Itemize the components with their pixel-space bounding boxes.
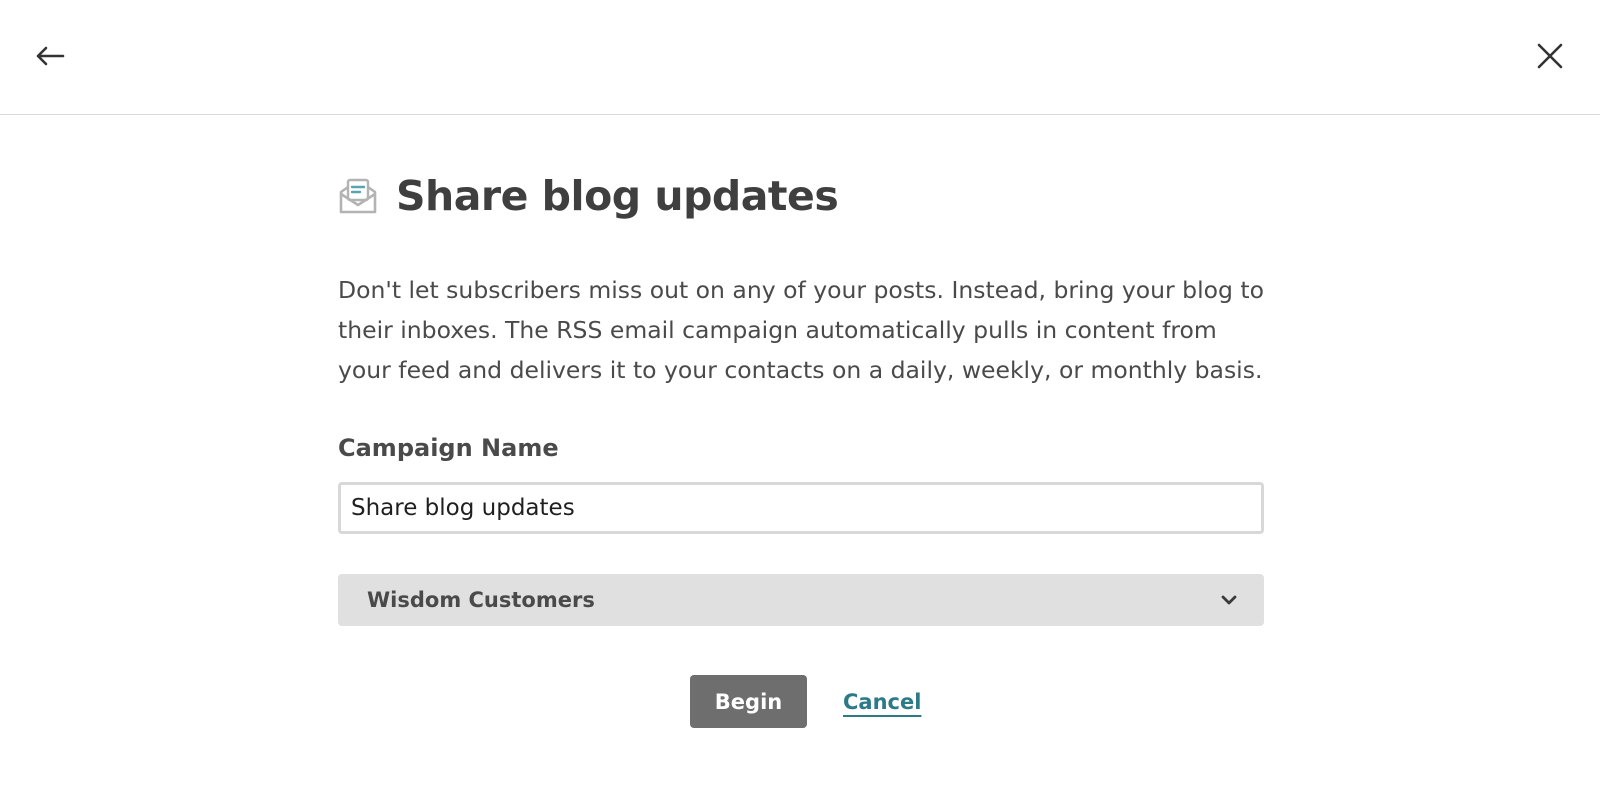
audience-selected-value: Wisdom Customers	[367, 588, 595, 612]
page-title: Share blog updates	[396, 172, 839, 220]
campaign-setup-form: Share blog updates Don't let subscribers…	[338, 160, 1264, 626]
begin-button[interactable]: Begin	[690, 675, 807, 728]
envelope-newsletter-icon	[338, 176, 378, 216]
close-button[interactable]	[1528, 34, 1572, 78]
campaign-name-input[interactable]	[338, 482, 1264, 534]
arrow-left-icon	[36, 46, 65, 66]
audience-select[interactable]: Wisdom Customers	[338, 574, 1264, 626]
campaign-name-label: Campaign Name	[338, 434, 559, 462]
form-actions: Begin Cancel	[690, 675, 921, 728]
title-row: Share blog updates	[338, 160, 1264, 232]
close-icon	[1537, 43, 1563, 69]
cancel-link[interactable]: Cancel	[843, 690, 921, 714]
top-bar	[0, 0, 1600, 115]
chevron-down-icon	[1220, 591, 1238, 609]
back-button[interactable]	[28, 36, 72, 76]
description-text: Don't let subscribers miss out on any of…	[338, 276, 1264, 384]
